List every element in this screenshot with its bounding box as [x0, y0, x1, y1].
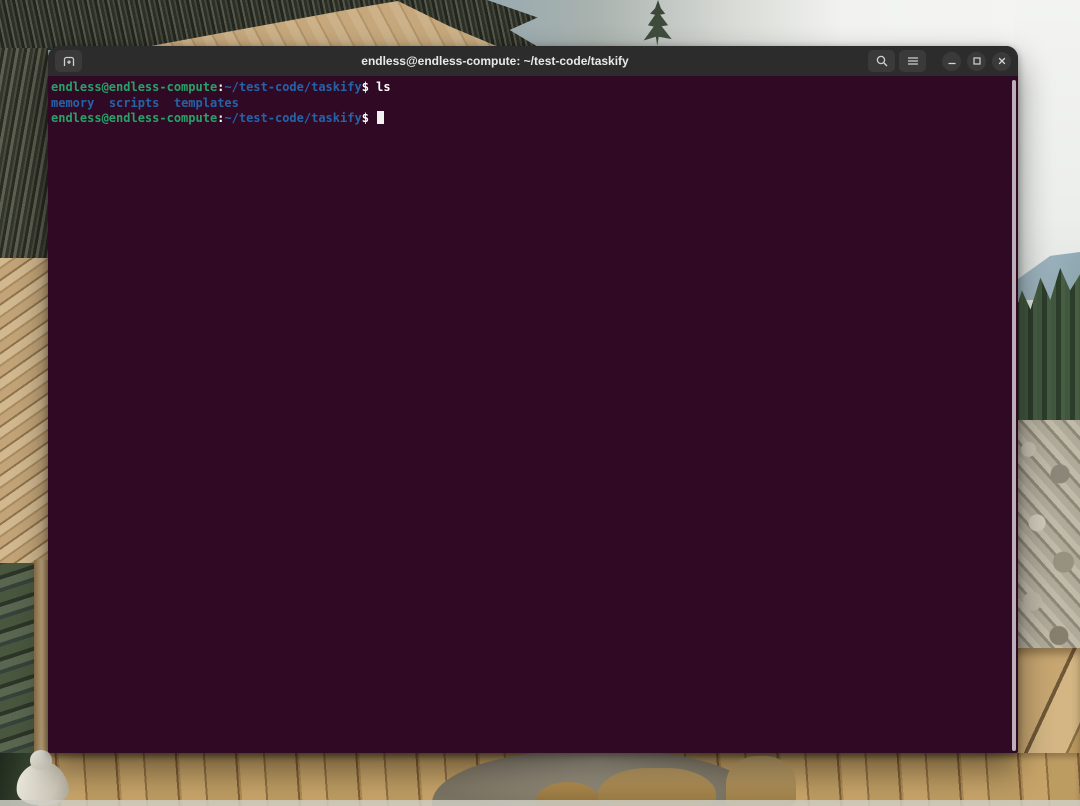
wallpaper-left-post	[34, 560, 48, 760]
minimize-icon	[946, 55, 958, 67]
terminal-line: endless@endless-compute:~/test-code/task…	[51, 80, 1004, 96]
wallpaper-left-shingles	[0, 258, 48, 563]
terminal-output[interactable]: endless@endless-compute:~/test-code/task…	[48, 76, 1018, 753]
terminal-text: $	[362, 80, 376, 94]
terminal-text: scripts	[109, 96, 160, 110]
terminal-text: $	[362, 111, 376, 125]
close-button[interactable]	[992, 52, 1011, 71]
wallpaper-rocks	[1014, 420, 1080, 665]
search-button[interactable]	[868, 50, 895, 72]
wallpaper-bird-head	[30, 750, 52, 770]
close-icon	[996, 55, 1008, 67]
maximize-icon	[971, 55, 983, 67]
wallpaper-bottom-edge	[0, 800, 1080, 806]
terminal-text: memory	[51, 96, 94, 110]
terminal-text: ~/test-code/taskify	[224, 80, 361, 94]
terminal-text: ~/test-code/taskify	[224, 111, 361, 125]
wallpaper-stone	[726, 756, 796, 806]
terminal-text	[94, 96, 108, 110]
tab-plus-icon	[61, 53, 77, 69]
window-title: endless@endless-compute: ~/test-code/tas…	[86, 54, 864, 68]
window-controls	[936, 52, 1011, 71]
terminal-line: endless@endless-compute:~/test-code/task…	[51, 111, 1004, 127]
menu-button[interactable]	[899, 50, 926, 72]
terminal-text	[159, 96, 173, 110]
wallpaper-left-twigs	[0, 48, 48, 258]
terminal-text: templates	[174, 96, 239, 110]
desktop: endless@endless-compute: ~/test-code/tas…	[0, 0, 1080, 806]
new-tab-button[interactable]	[55, 50, 82, 72]
terminal-window: endless@endless-compute: ~/test-code/tas…	[48, 46, 1018, 753]
terminal-line: memory scripts templates	[51, 96, 1004, 112]
maximize-button[interactable]	[967, 52, 986, 71]
hamburger-icon	[905, 53, 921, 69]
terminal-text: endless@endless-compute	[51, 111, 217, 125]
terminal-scrollbar[interactable]	[1012, 80, 1016, 751]
terminal-cursor	[377, 111, 384, 124]
minimize-button[interactable]	[942, 52, 961, 71]
titlebar[interactable]: endless@endless-compute: ~/test-code/tas…	[48, 46, 1018, 76]
terminal-text: endless@endless-compute	[51, 80, 217, 94]
search-icon	[874, 53, 890, 69]
terminal-text: ls	[376, 80, 390, 94]
